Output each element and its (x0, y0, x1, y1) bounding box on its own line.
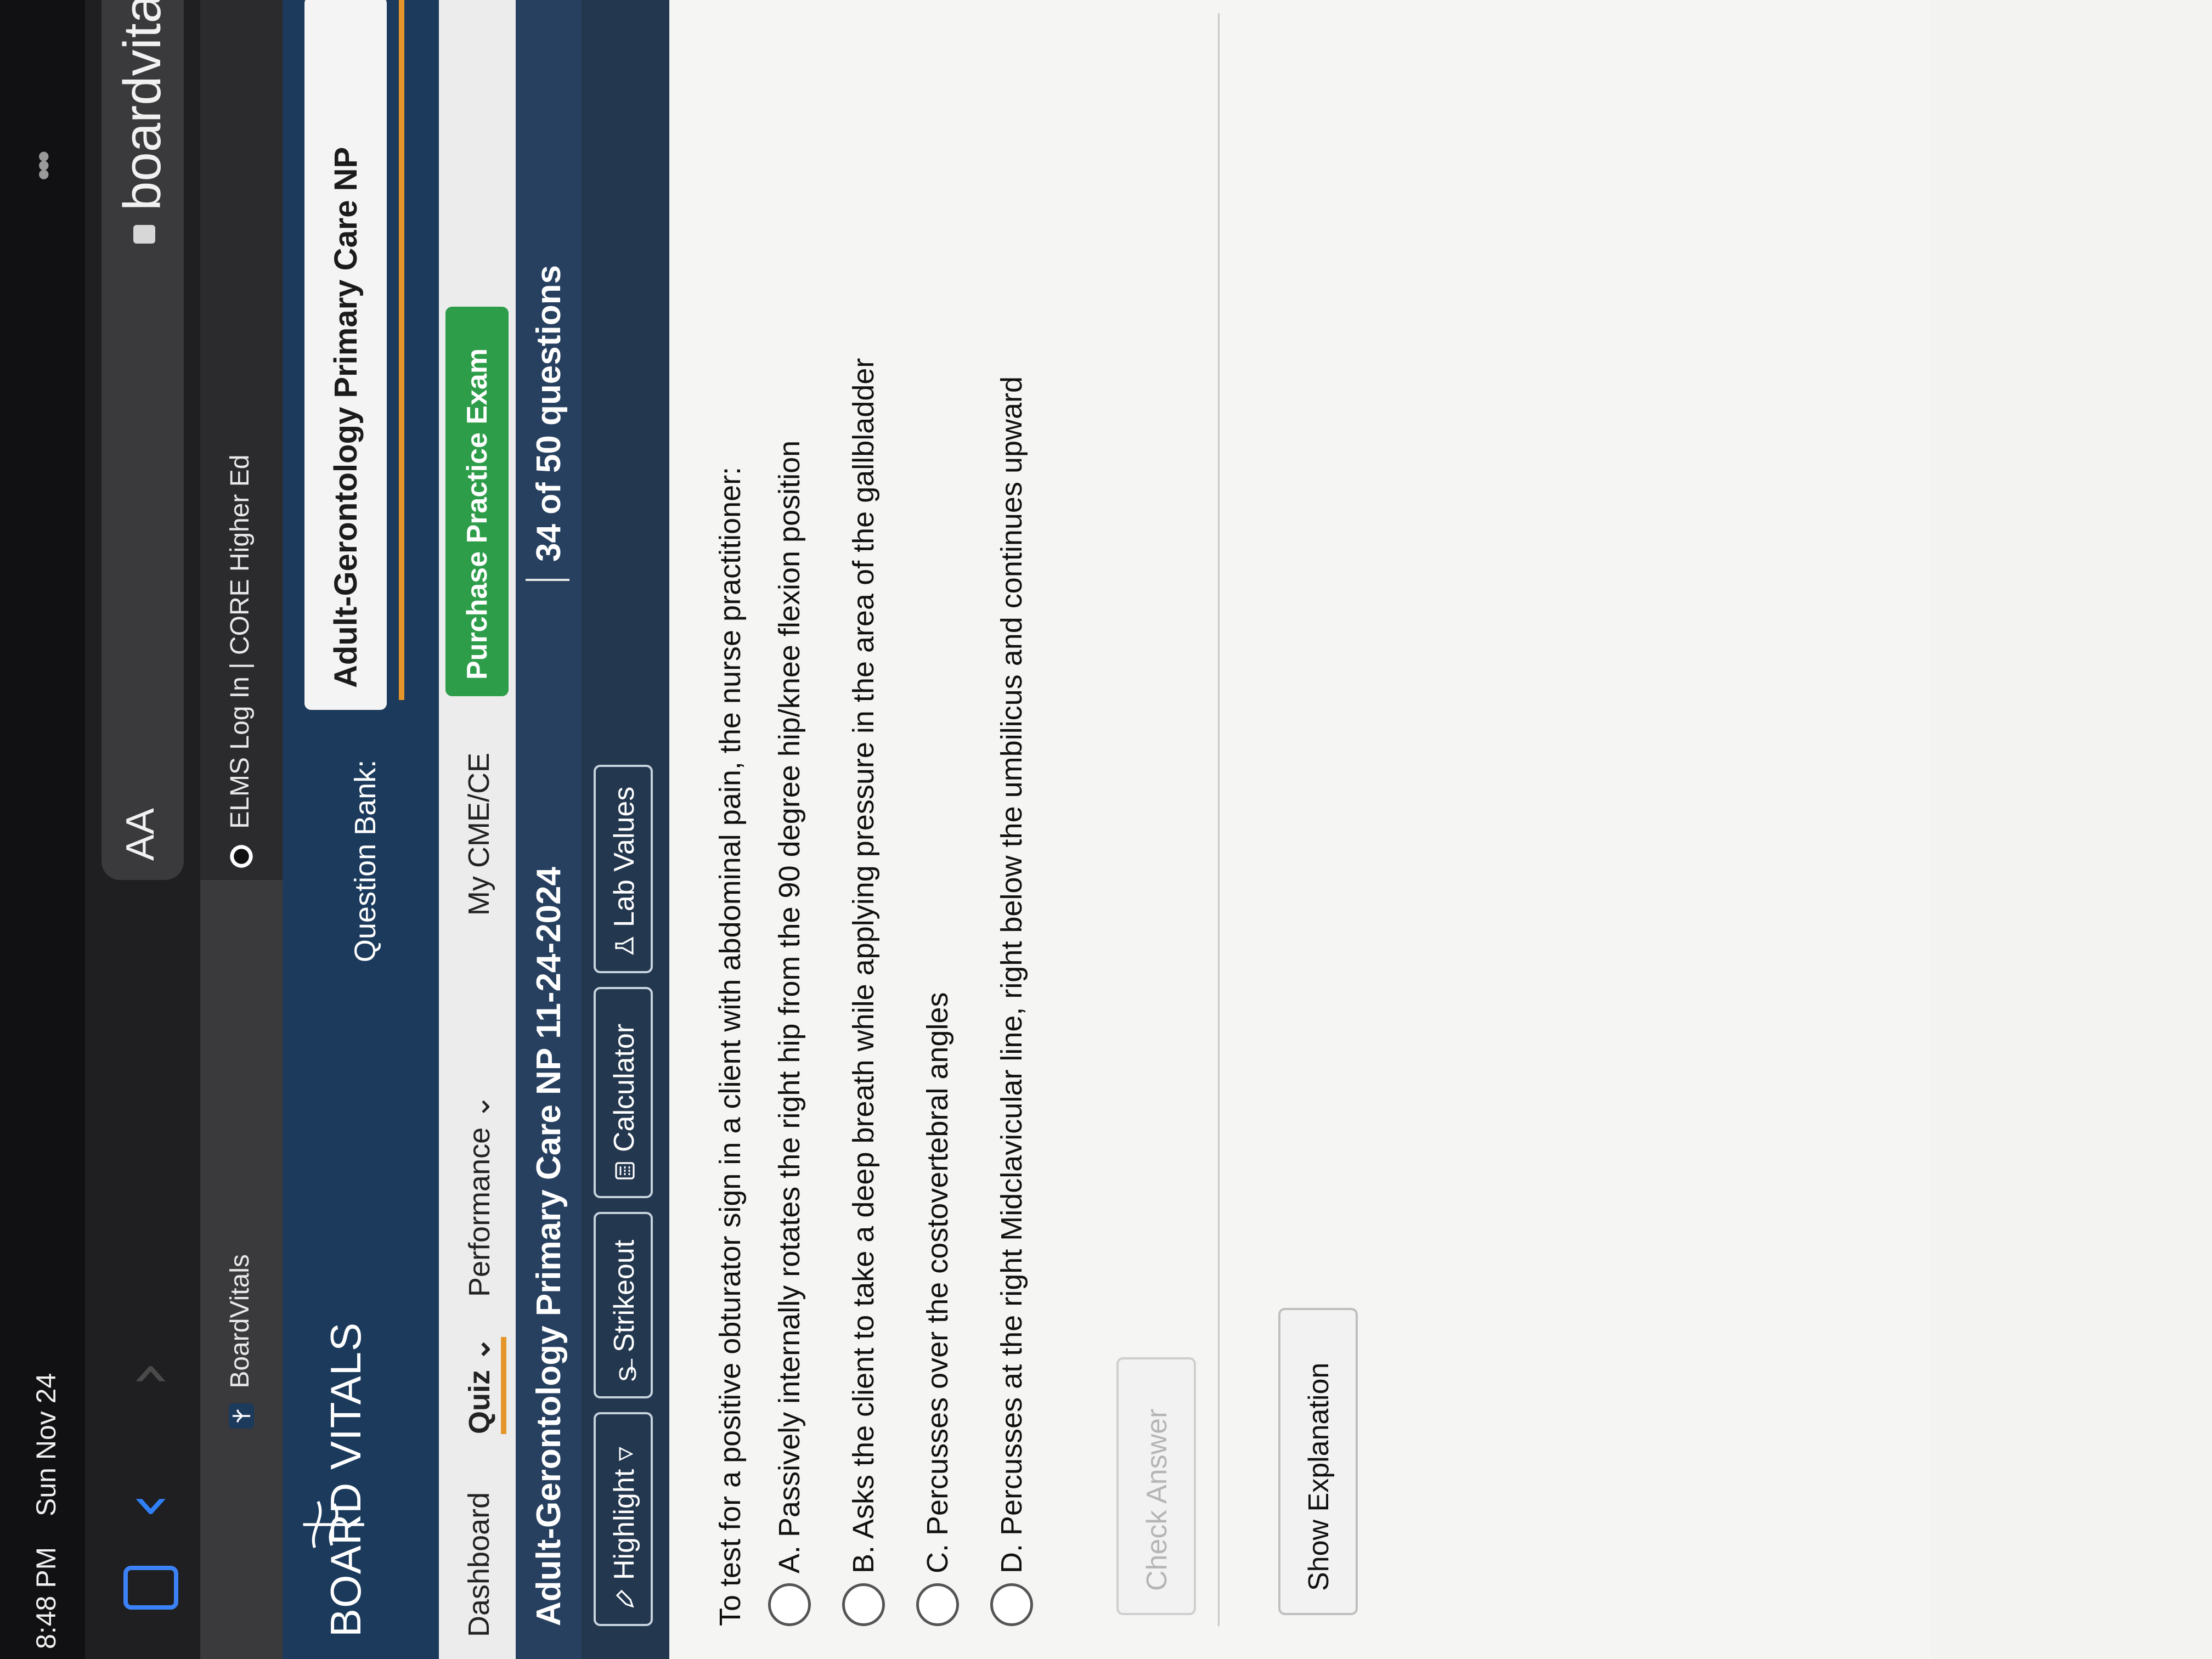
back-chevron-icon[interactable]: ‹ (110, 1493, 186, 1519)
highlight-label: Highlight (608, 1469, 640, 1580)
quiz-title: Adult-Gerontology Primary Care NP 11-24-… (530, 866, 568, 1626)
strikeout-button[interactable]: S̶ Strikeout (594, 1212, 653, 1398)
url-text[interactable]: boardvitals.c (112, 0, 173, 211)
browser-toolbar: ‹ › AA boardvitals.c (85, 0, 200, 1659)
calculator-icon (615, 1162, 635, 1180)
chevron-down-icon: ⌄ (463, 1336, 496, 1362)
reader-aa-button[interactable]: AA (118, 808, 163, 861)
question-count: 34 of 50 questions (530, 265, 568, 562)
radio-button[interactable] (842, 1583, 885, 1626)
caduceus-logo-icon (303, 1500, 364, 1548)
sidebar-icon[interactable] (123, 1566, 178, 1610)
flask-icon (615, 936, 634, 955)
tab-label: ELMS Log In | CORE Higher Ed (225, 454, 255, 829)
lab-values-button[interactable]: Lab Values (594, 765, 653, 973)
nav-performance-label: Performance (463, 1127, 496, 1297)
main-nav: Dashboard Quiz ⌄ Performance ⌄ My CME/CE… (439, 0, 516, 1659)
forward-chevron-icon[interactable]: › (110, 1361, 186, 1387)
more-dots-icon[interactable]: ••• (23, 154, 64, 180)
pencil-icon (616, 1589, 634, 1608)
answer-option-a[interactable]: A. Passively internally rotates the righ… (768, 441, 811, 1626)
header-accent-line (399, 0, 404, 700)
quiz-title-bar: Adult-Gerontology Primary Care NP 11-24-… (516, 0, 582, 1659)
calculator-label: Calculator (608, 1023, 640, 1152)
title-separator (526, 579, 569, 581)
check-answer-button[interactable]: Check Answer (1116, 1357, 1196, 1615)
question-stem: To test for a positive obturator sign in… (714, 466, 747, 1626)
nav-cme[interactable]: My CME/CE (462, 753, 496, 916)
nav-dashboard[interactable]: Dashboard (462, 1492, 496, 1637)
boardvitals-favicon-icon (229, 1403, 255, 1429)
highlight-button[interactable]: Highlight ▿ (594, 1412, 653, 1626)
lock-icon (133, 225, 155, 244)
answer-text: C. Percusses over the costovertebral ang… (921, 992, 954, 1573)
question-bank-label: Question Bank: (349, 759, 382, 962)
strikeout-label: Strikeout (608, 1239, 640, 1352)
radio-button[interactable] (990, 1583, 1033, 1626)
core-favicon-icon (230, 845, 253, 868)
nav-quiz[interactable]: Quiz ⌄ (462, 1336, 506, 1434)
ipad-screen: 8:48 PM Sun Nov 24 ••• ‹ › AA boardvital… (0, 0, 2212, 1659)
answer-option-d[interactable]: D. Percusses at the right Midclavicular … (990, 376, 1033, 1626)
nav-performance[interactable]: Performance ⌄ (462, 1094, 496, 1297)
question-area: To test for a positive obturator sign in… (669, 0, 1931, 1659)
status-bar: 8:48 PM Sun Nov 24 ••• (0, 0, 85, 1659)
strikethrough-icon: S̶ (614, 1365, 641, 1382)
tab-elms[interactable]: ELMS Log In | CORE Higher Ed (200, 0, 283, 880)
answer-text: D. Percusses at the right Midclavicular … (995, 376, 1028, 1573)
answer-option-b[interactable]: B. Asks the client to take a deep breath… (842, 358, 885, 1626)
chevron-down-icon: ▿ (608, 1447, 640, 1462)
status-date: Sun Nov 24 (31, 1373, 61, 1516)
quiz-tools: Highlight ▿ S̶ Strikeout Calculator Lab V… (582, 0, 669, 1659)
answer-text: B. Asks the client to take a deep breath… (847, 358, 880, 1573)
tab-label: BoardVitals (225, 1254, 255, 1389)
tab-boardvitals[interactable]: BoardVitals (200, 880, 283, 1659)
nav-quiz-label: Quiz (463, 1370, 496, 1434)
chevron-down-icon: ⌄ (463, 1094, 496, 1119)
tab-bar: BoardVitals ELMS Log In | CORE Higher Ed (200, 0, 283, 1659)
radio-button[interactable] (916, 1583, 959, 1626)
show-explanation-button[interactable]: Show Explanation (1278, 1308, 1358, 1615)
section-divider (1218, 13, 1220, 1626)
lab-values-label: Lab Values (608, 786, 640, 927)
purchase-practice-exam-button[interactable]: Purchase Practice Exam (445, 307, 509, 696)
status-time: 8:48 PM (31, 1547, 61, 1649)
address-bar[interactable]: AA boardvitals.c (101, 0, 184, 880)
question-bank-select[interactable]: Adult-Gerontology Primary Care NP (304, 0, 387, 710)
answer-text: A. Passively internally rotates the righ… (773, 440, 806, 1573)
answer-option-c[interactable]: C. Percusses over the costovertebral ang… (916, 992, 959, 1626)
calculator-button[interactable]: Calculator (594, 987, 653, 1198)
radio-button[interactable] (768, 1583, 811, 1626)
